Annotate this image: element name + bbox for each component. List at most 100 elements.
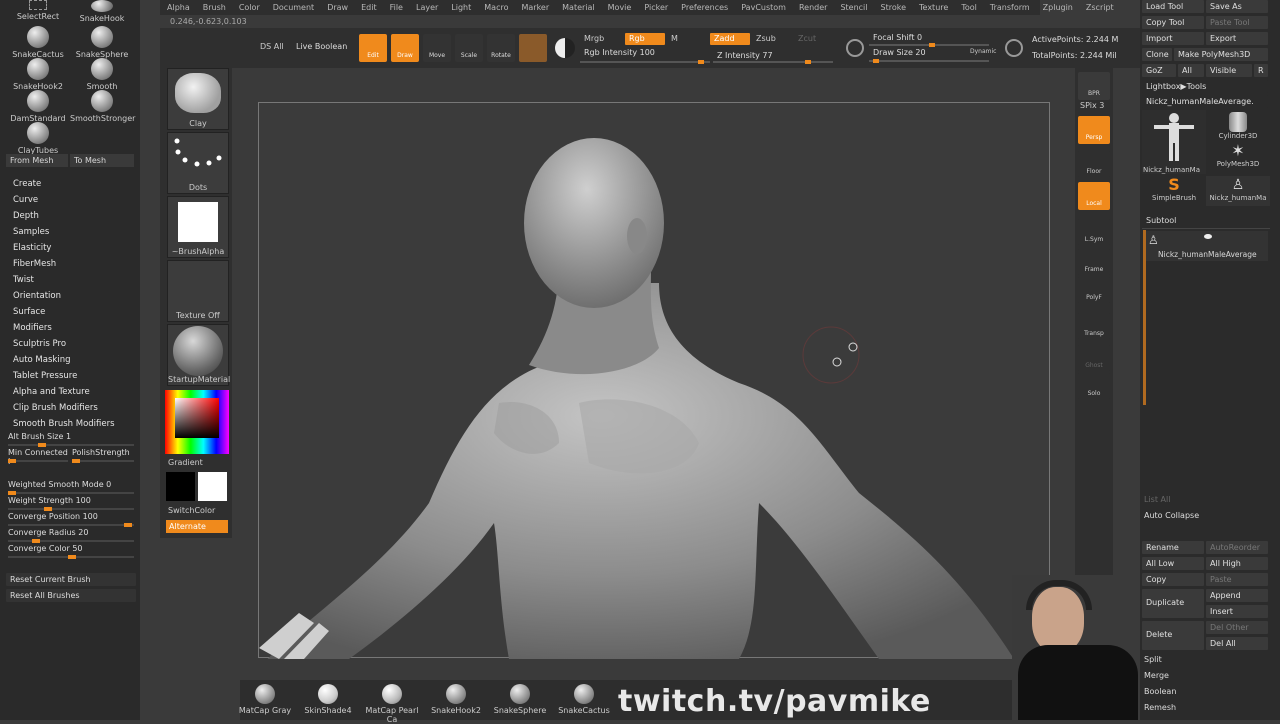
merge-menu[interactable]: Merge	[1144, 671, 1169, 680]
menu-texture[interactable]: Texture	[912, 0, 954, 15]
boolean-menu[interactable]: Boolean	[1144, 687, 1176, 696]
menu-alpha-texture[interactable]: Alpha and Texture	[13, 387, 90, 397]
lightbox-tools-button[interactable]: Lightbox▶Tools	[1142, 80, 1268, 93]
menu-draw[interactable]: Draw	[320, 0, 354, 15]
weight-strength-slider[interactable]: Weight Strength 100	[8, 496, 134, 511]
material-skinshade4[interactable]: SkinShade4	[298, 684, 358, 715]
menu-color[interactable]: Color	[232, 0, 266, 15]
visible-button[interactable]: Visible	[1206, 64, 1252, 77]
subtool-scrollbar[interactable]	[1143, 230, 1146, 405]
from-mesh-button[interactable]: From Mesh	[6, 154, 68, 167]
primary-color-swatch[interactable]	[198, 472, 227, 501]
paste-subtool-button[interactable]: Paste	[1206, 573, 1268, 586]
clone-button[interactable]: Clone	[1142, 48, 1172, 61]
material-slot[interactable]: StartupMaterial	[167, 324, 230, 386]
menu-edit[interactable]: Edit	[354, 0, 383, 15]
move-button[interactable]: Move	[423, 34, 451, 62]
spix-readout[interactable]: SPix 3	[1080, 101, 1104, 110]
z-intensity-track[interactable]	[713, 60, 833, 64]
menu-preferences[interactable]: Preferences	[674, 0, 734, 15]
menu-file[interactable]: File	[383, 0, 409, 15]
color-picker[interactable]	[165, 390, 229, 454]
split-menu[interactable]: Split	[1144, 655, 1162, 664]
converge-color-slider[interactable]: Converge Color 50	[8, 544, 134, 559]
brush-snakehook2[interactable]: SnakeHook2	[6, 58, 70, 91]
eye-icon[interactable]	[1204, 234, 1212, 239]
menu-pavcustom[interactable]: PavCustom	[734, 0, 792, 15]
brush-snakehook[interactable]: SnakeHook	[70, 0, 134, 23]
all-high-button[interactable]: All High	[1206, 557, 1268, 570]
rotate-button[interactable]: Rotate	[487, 34, 515, 62]
menu-brush[interactable]: Brush	[196, 0, 232, 15]
polyf-button[interactable]: PolyF	[1078, 276, 1110, 304]
persp-button[interactable]: Persp	[1078, 116, 1110, 144]
menu-modifiers[interactable]: Modifiers	[13, 323, 52, 333]
menu-auto-masking[interactable]: Auto Masking	[13, 355, 70, 365]
all-button[interactable]: All	[1178, 64, 1204, 77]
color-square[interactable]	[175, 398, 219, 438]
export-button[interactable]: Export	[1206, 32, 1268, 45]
reset-all-brushes-button[interactable]: Reset All Brushes	[6, 589, 136, 602]
remesh-menu[interactable]: Remesh	[1144, 703, 1176, 712]
insert-button[interactable]: Insert	[1206, 605, 1268, 618]
menu-transform[interactable]: Transform	[983, 0, 1036, 15]
delete-button[interactable]: Delete	[1142, 621, 1204, 650]
frame-button[interactable]: Frame	[1078, 248, 1110, 276]
menu-fibermesh[interactable]: FiberMesh	[13, 259, 56, 269]
dynamic-toggle[interactable]: Dynamic	[966, 47, 1000, 59]
floor-button[interactable]: Floor	[1078, 150, 1110, 178]
menu-material[interactable]: Material	[555, 0, 601, 15]
ds-all-button[interactable]: DS All	[256, 41, 288, 53]
goz-button[interactable]: GoZ	[1142, 64, 1176, 77]
auto-collapse-button[interactable]: Auto Collapse	[1144, 511, 1199, 520]
brush-snakecactus-shelf[interactable]: SnakeCactus	[554, 684, 614, 715]
to-mesh-button[interactable]: To Mesh	[70, 154, 134, 167]
solo-button[interactable]: Solo	[1078, 372, 1110, 400]
menu-surface[interactable]: Surface	[13, 307, 45, 317]
brush-snakehook2-shelf[interactable]: SnakeHook2	[426, 684, 486, 715]
menu-curve[interactable]: Curve	[13, 195, 38, 205]
menu-stencil[interactable]: Stencil	[833, 0, 873, 15]
viewport-canvas[interactable]	[258, 102, 1050, 663]
local-button[interactable]: Local	[1078, 182, 1110, 210]
menu-create[interactable]: Create	[13, 179, 41, 189]
menu-depth[interactable]: Depth	[13, 211, 39, 221]
subtool-item[interactable]: ♙ Nickz_humanMaleAverage	[1144, 231, 1268, 261]
tool-thumb-polymesh[interactable]: ✶ PolyMesh3D	[1206, 142, 1270, 174]
scale-button[interactable]: Scale	[455, 34, 483, 62]
alternate-button[interactable]: Alternate	[166, 520, 228, 533]
material-swatch-button[interactable]	[519, 34, 547, 62]
focal-shift-slider[interactable]: Focal Shift 0	[869, 32, 926, 44]
brush-alpha[interactable]: ~BrushAlpha	[167, 196, 229, 258]
menu-stroke[interactable]: Stroke	[874, 0, 913, 15]
menu-macro[interactable]: Macro	[477, 0, 514, 15]
zcut-button[interactable]: Zcut	[794, 33, 820, 45]
menu-smooth-brush-modifiers[interactable]: Smooth Brush Modifiers	[13, 419, 115, 429]
autoreorder-button[interactable]: AutoReorder	[1206, 541, 1268, 554]
color-ball-icon[interactable]	[555, 38, 575, 58]
subtool-header[interactable]: Subtool	[1146, 216, 1176, 225]
material-matcap-pearl[interactable]: MatCap Pearl Ca	[362, 684, 422, 724]
brush-snakecactus[interactable]: SnakeCactus	[6, 26, 70, 59]
menu-clip-brush-modifiers[interactable]: Clip Brush Modifiers	[13, 403, 98, 413]
reset-current-brush-button[interactable]: Reset Current Brush	[6, 573, 136, 586]
edit-button[interactable]: Edit	[359, 34, 387, 62]
menu-sculptris-pro[interactable]: Sculptris Pro	[13, 339, 66, 349]
current-tool-name[interactable]: Nickz_humanMaleAverage.	[1142, 95, 1268, 108]
m-button[interactable]: M	[667, 33, 682, 45]
all-low-button[interactable]: All Low	[1142, 557, 1204, 570]
del-other-button[interactable]: Del Other	[1206, 621, 1268, 634]
copy-tool-button[interactable]: Copy Tool	[1142, 16, 1204, 29]
tool-thumb-human2[interactable]: ♙ Nickz_humanMa	[1206, 176, 1270, 206]
live-boolean-button[interactable]: Live Boolean	[292, 41, 351, 53]
menu-layer[interactable]: Layer	[409, 0, 444, 15]
rgb-button[interactable]: Rgb	[625, 33, 665, 45]
list-all-button[interactable]: List All	[1144, 495, 1170, 504]
focal-shift-track[interactable]	[869, 43, 989, 47]
mrgb-button[interactable]: Mrgb	[580, 33, 608, 45]
menu-marker[interactable]: Marker	[514, 0, 555, 15]
load-tool-button[interactable]: Load Tool	[1142, 0, 1204, 13]
draw-size-track[interactable]	[869, 59, 989, 63]
menu-tablet-pressure[interactable]: Tablet Pressure	[13, 371, 77, 381]
brush-snakesphere[interactable]: SnakeSphere	[70, 26, 134, 59]
